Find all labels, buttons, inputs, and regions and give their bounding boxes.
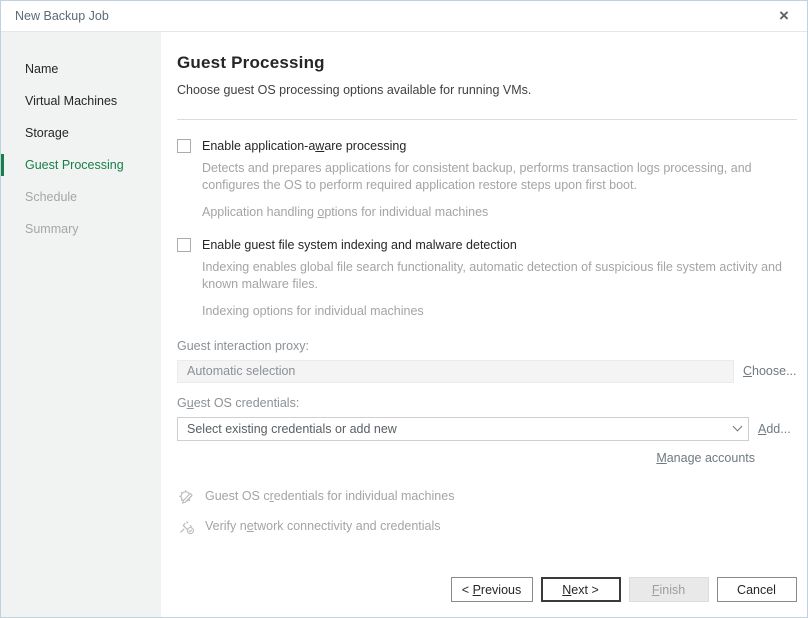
new-backup-job-dialog: New Backup Job × Name Virtual Machines S… <box>0 0 808 618</box>
finish-button: Finish <box>629 577 709 602</box>
app-aware-description: Detects and prepares applications for co… <box>202 160 797 194</box>
next-button[interactable]: Next > <box>541 577 621 602</box>
page-title: Guest Processing <box>177 32 797 73</box>
per-vm-credentials-link[interactable]: Guest OS credentials for individual mach… <box>205 489 454 503</box>
guest-processing-panel: Guest Processing Choose guest OS process… <box>161 32 808 617</box>
indexing-checkbox[interactable] <box>177 238 191 252</box>
sidebar-item-guest-processing[interactable]: Guest Processing <box>1 149 161 181</box>
network-test-icon <box>177 517 196 536</box>
app-aware-checkbox[interactable] <box>177 139 191 153</box>
choose-proxy-link[interactable]: Choose... <box>743 364 797 378</box>
guest-interaction-proxy-field: Automatic selection <box>177 360 734 383</box>
app-aware-checkbox-label[interactable]: Enable application-aware processing <box>202 139 406 153</box>
close-icon[interactable]: × <box>774 6 794 26</box>
previous-button[interactable]: < Previous <box>451 577 533 602</box>
verify-network-link[interactable]: Verify network connectivity and credenti… <box>205 519 441 533</box>
sidebar-item-virtual-machines[interactable]: Virtual Machines <box>1 85 161 117</box>
sidebar-item-schedule[interactable]: Schedule <box>1 181 161 213</box>
title-bar: New Backup Job × <box>1 1 807 32</box>
window-title: New Backup Job <box>15 9 109 23</box>
chevron-down-icon[interactable] <box>726 418 748 440</box>
app-handling-options-link[interactable]: Application handling options for individ… <box>202 205 797 219</box>
manage-accounts-link[interactable]: Manage accounts <box>656 451 755 465</box>
sidebar-item-summary[interactable]: Summary <box>1 213 161 245</box>
wizard-footer: < Previous Next > Finish Cancel <box>451 577 797 602</box>
sidebar-item-name[interactable]: Name <box>1 53 161 85</box>
add-credentials-link[interactable]: Add... <box>758 422 791 436</box>
indexing-description: Indexing enables global file search func… <box>202 259 797 293</box>
guest-os-credentials-label: Guest OS credentials: <box>177 396 797 410</box>
indexing-checkbox-label[interactable]: Enable guest file system indexing and ma… <box>202 238 517 252</box>
gear-pencil-icon <box>177 487 196 506</box>
page-subtitle: Choose guest OS processing options avail… <box>177 83 797 97</box>
wizard-steps-sidebar: Name Virtual Machines Storage Guest Proc… <box>1 32 161 617</box>
guest-interaction-proxy-label: Guest interaction proxy: <box>177 339 797 353</box>
divider <box>177 119 797 120</box>
cancel-button[interactable]: Cancel <box>717 577 797 602</box>
guest-os-credentials-dropdown[interactable]: Select existing credentials or add new <box>177 417 749 441</box>
indexing-options-link[interactable]: Indexing options for individual machines <box>202 304 797 318</box>
credentials-dropdown-value: Select existing credentials or add new <box>187 422 397 436</box>
sidebar-item-storage[interactable]: Storage <box>1 117 161 149</box>
